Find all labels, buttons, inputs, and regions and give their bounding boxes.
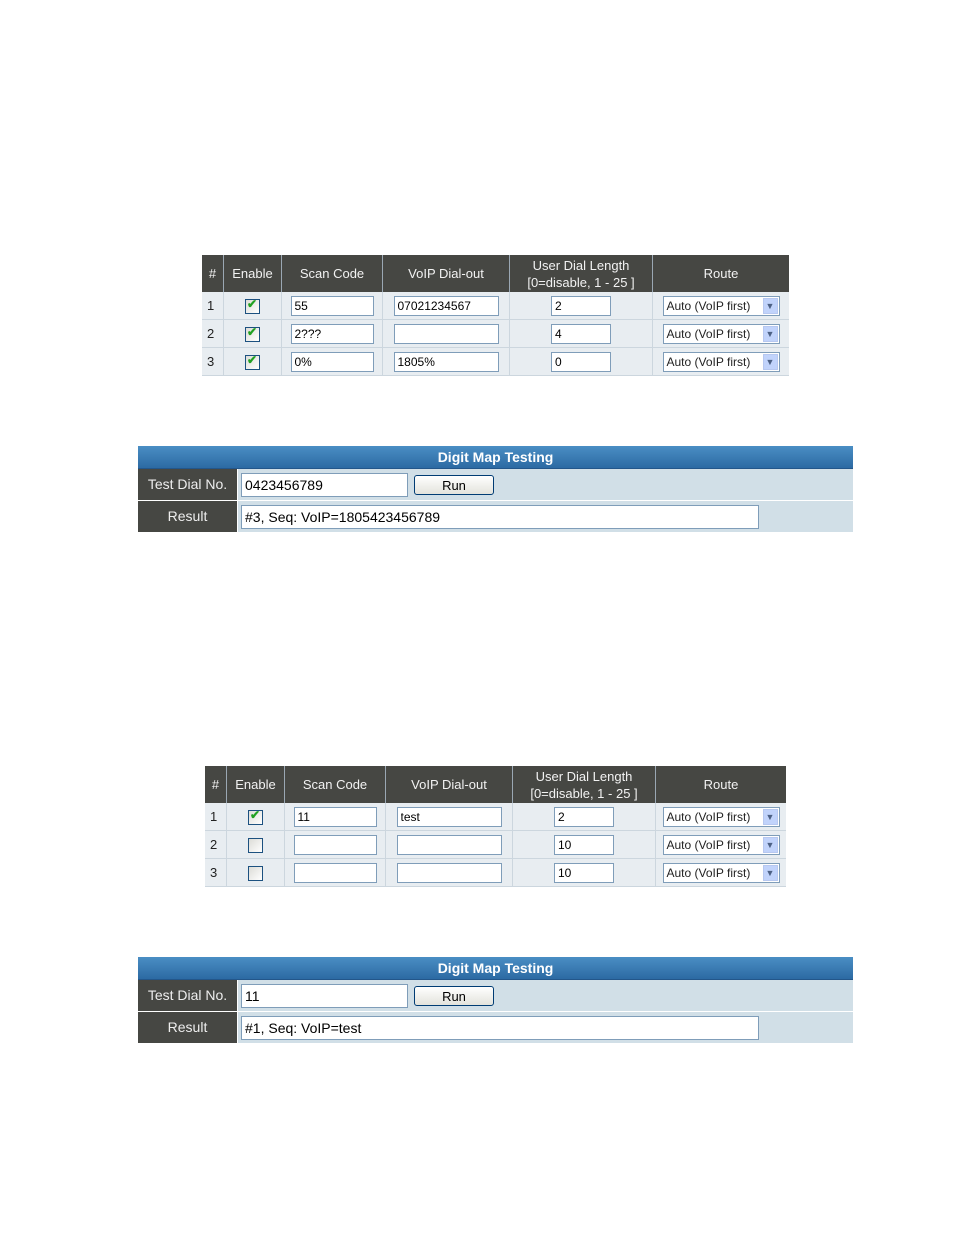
enable-checkbox[interactable]: ✔ bbox=[245, 352, 260, 370]
scan-code-input[interactable] bbox=[290, 295, 374, 316]
route-select[interactable]: Auto (VoIP first) ▼ bbox=[662, 862, 780, 883]
dial-length-input[interactable] bbox=[551, 351, 611, 372]
table-row: 3 ✔ Auto (VoIP first)▼ bbox=[202, 347, 789, 376]
digit-map-table-2: # Enable Scan Code VoIP Dial-out User Di… bbox=[205, 766, 786, 887]
chevron-down-icon[interactable]: ▼ bbox=[762, 836, 778, 853]
voip-dialout-input[interactable] bbox=[396, 862, 502, 883]
enable-checkbox[interactable]: ✔ bbox=[245, 324, 260, 342]
header-user-dial-length: User Dial Length [0=disable, 1 - 25 ] bbox=[509, 255, 653, 292]
header-route: Route bbox=[655, 766, 786, 803]
table-row: 3 Auto (VoIP first)▼ bbox=[205, 858, 786, 887]
check-icon: ✔ bbox=[250, 807, 261, 822]
digit-map-testing-panel-2: Digit Map Testing Test Dial No. Run Resu… bbox=[138, 957, 853, 1044]
voip-dialout-input[interactable] bbox=[396, 834, 502, 855]
dial-length-input[interactable] bbox=[554, 862, 614, 883]
result-row: Result bbox=[138, 1012, 853, 1044]
result-label: Result bbox=[138, 501, 238, 532]
route-select[interactable]: Auto (VoIP first) ▼ bbox=[662, 351, 780, 372]
check-icon: ✔ bbox=[247, 296, 258, 311]
row-number: 3 bbox=[202, 347, 224, 376]
route-select[interactable]: Auto (VoIP first) ▼ bbox=[662, 806, 780, 827]
enable-checkbox[interactable]: ✔ bbox=[245, 296, 260, 314]
chevron-down-icon[interactable]: ▼ bbox=[762, 297, 778, 314]
scan-code-input[interactable] bbox=[293, 862, 377, 883]
enable-checkbox[interactable] bbox=[248, 837, 263, 853]
panel-title: Digit Map Testing bbox=[138, 446, 853, 469]
voip-dialout-input[interactable] bbox=[393, 323, 499, 344]
chevron-down-icon[interactable]: ▼ bbox=[762, 353, 778, 370]
chevron-down-icon[interactable]: ▼ bbox=[762, 808, 778, 825]
header-user-dial-length: User Dial Length [0=disable, 1 - 25 ] bbox=[512, 766, 656, 803]
dial-length-input[interactable] bbox=[554, 806, 614, 827]
table-row: 2 Auto (VoIP first)▼ bbox=[205, 830, 786, 859]
header-voip-dialout: VoIP Dial-out bbox=[385, 766, 513, 803]
dial-length-input[interactable] bbox=[551, 323, 611, 344]
route-select[interactable]: Auto (VoIP first) ▼ bbox=[662, 295, 780, 316]
check-icon: ✔ bbox=[247, 352, 258, 367]
table-row: 1 ✔ Auto (VoIP first)▼ bbox=[202, 292, 789, 320]
digit-map-table-1: # Enable Scan Code VoIP Dial-out User Di… bbox=[202, 255, 789, 376]
dial-length-input[interactable] bbox=[551, 295, 611, 316]
digit-map-testing-panel-1: Digit Map Testing Test Dial No. Run Resu… bbox=[138, 446, 853, 533]
result-field[interactable] bbox=[241, 504, 759, 529]
row-number: 2 bbox=[202, 319, 224, 348]
test-dial-label: Test Dial No. bbox=[138, 980, 238, 1011]
row-number: 1 bbox=[205, 803, 227, 831]
row-number: 3 bbox=[205, 858, 227, 887]
header-enable: Enable bbox=[226, 766, 285, 803]
chevron-down-icon[interactable]: ▼ bbox=[762, 864, 778, 881]
scan-code-input[interactable] bbox=[293, 834, 377, 855]
header-num: # bbox=[202, 255, 224, 292]
header-voip-dialout: VoIP Dial-out bbox=[382, 255, 510, 292]
test-dial-input[interactable] bbox=[241, 983, 408, 1008]
test-dial-label: Test Dial No. bbox=[138, 469, 238, 500]
test-dial-row: Test Dial No. Run bbox=[138, 469, 853, 501]
route-select[interactable]: Auto (VoIP first) ▼ bbox=[662, 834, 780, 855]
test-dial-row: Test Dial No. Run bbox=[138, 980, 853, 1012]
chevron-down-icon[interactable]: ▼ bbox=[762, 325, 778, 342]
check-icon: ✔ bbox=[247, 324, 258, 339]
table-row: 1 ✔ Auto (VoIP first)▼ bbox=[205, 803, 786, 831]
result-row: Result bbox=[138, 501, 853, 533]
scan-code-input[interactable] bbox=[290, 323, 374, 344]
enable-checkbox[interactable]: ✔ bbox=[248, 807, 263, 825]
header-route: Route bbox=[652, 255, 789, 292]
result-label: Result bbox=[138, 1012, 238, 1043]
header-enable: Enable bbox=[223, 255, 282, 292]
voip-dialout-input[interactable] bbox=[396, 806, 502, 827]
test-dial-input[interactable] bbox=[241, 472, 408, 497]
route-select[interactable]: Auto (VoIP first) ▼ bbox=[662, 323, 780, 344]
panel-title: Digit Map Testing bbox=[138, 957, 853, 980]
dial-length-input[interactable] bbox=[554, 834, 614, 855]
row-number: 1 bbox=[202, 292, 224, 320]
run-button[interactable]: Run bbox=[414, 985, 494, 1006]
scan-code-input[interactable] bbox=[293, 806, 377, 827]
header-scan-code: Scan Code bbox=[284, 766, 386, 803]
header-num: # bbox=[205, 766, 227, 803]
voip-dialout-input[interactable] bbox=[393, 351, 499, 372]
enable-checkbox[interactable] bbox=[248, 865, 263, 881]
header-scan-code: Scan Code bbox=[281, 255, 383, 292]
result-field[interactable] bbox=[241, 1015, 759, 1040]
voip-dialout-input[interactable] bbox=[393, 295, 499, 316]
run-button[interactable]: Run bbox=[414, 474, 494, 495]
row-number: 2 bbox=[205, 830, 227, 859]
table-row: 2 ✔ Auto (VoIP first)▼ bbox=[202, 319, 789, 348]
scan-code-input[interactable] bbox=[290, 351, 374, 372]
